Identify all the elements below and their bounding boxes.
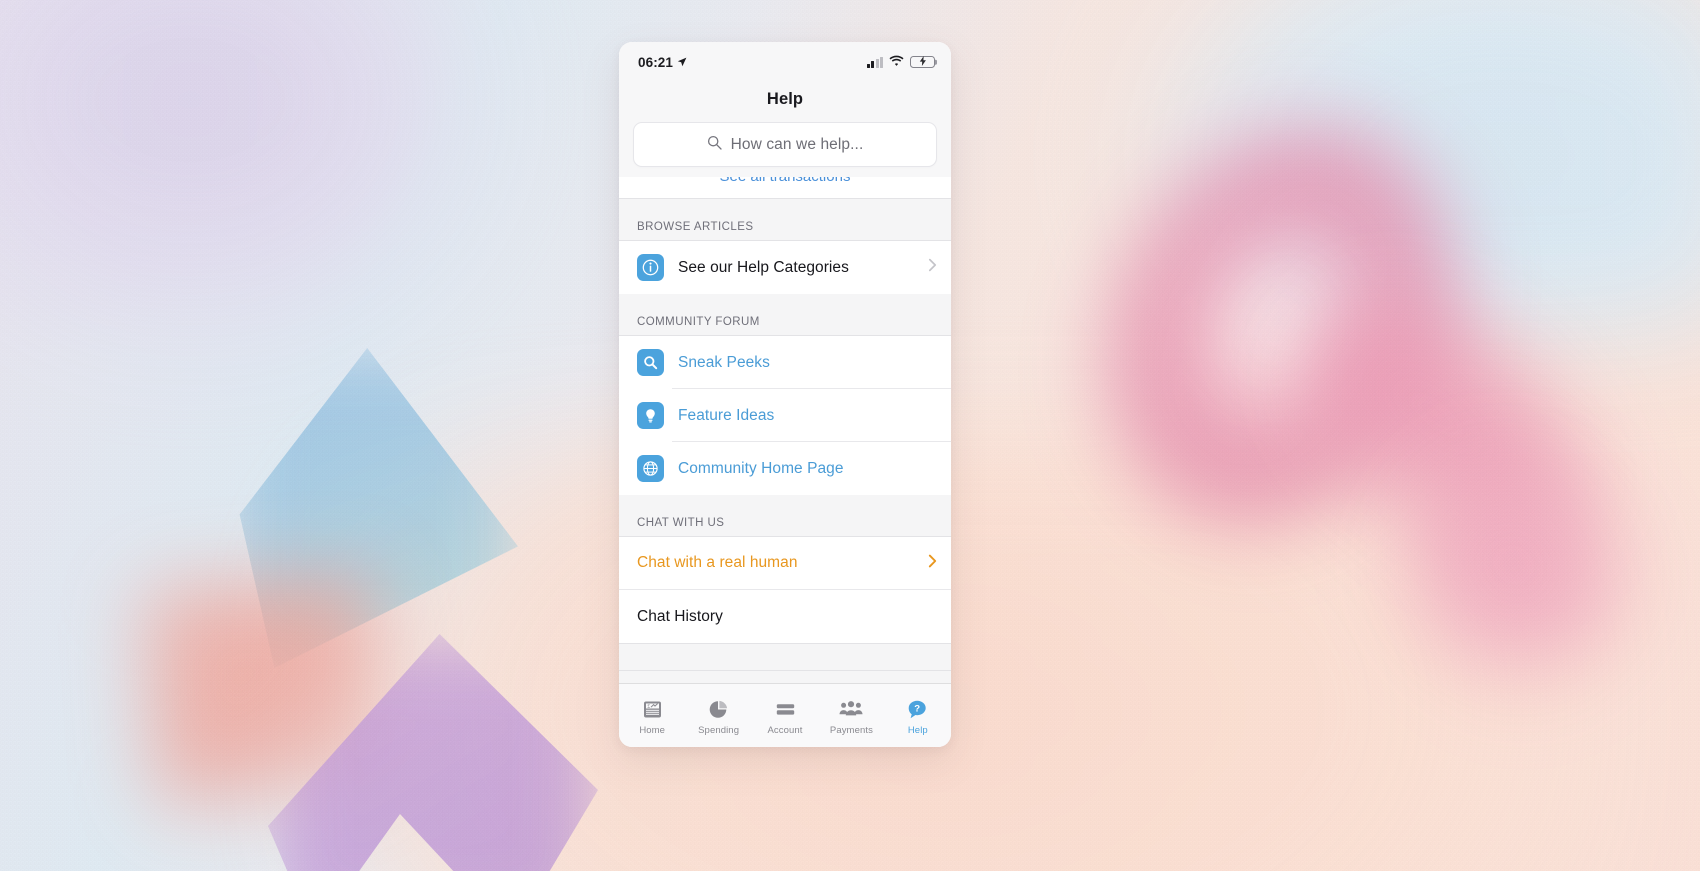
tab-spending[interactable]: Spending [685, 684, 751, 747]
home-statement-icon: £ [642, 699, 663, 721]
tab-label-home: Home [639, 724, 666, 736]
battery-charging-icon [910, 55, 935, 69]
status-bar-right [866, 53, 935, 71]
status-bar-left: 06:21 [638, 55, 687, 70]
pie-chart-icon [708, 699, 729, 721]
page-title: Help [766, 90, 804, 108]
section-header-browse-articles: BROWSE ARTICLES [619, 199, 951, 241]
globe-icon [637, 455, 664, 482]
svg-text:?: ? [915, 704, 921, 715]
search-input[interactable]: How can we help... [633, 122, 937, 167]
row-community-home-page[interactable]: Community Home Page [619, 442, 951, 495]
tab-help[interactable]: ? Help [885, 684, 951, 747]
svg-text:£: £ [647, 704, 650, 710]
row-label-feature-ideas: Feature Ideas [678, 406, 775, 424]
magnifier-icon [637, 349, 664, 376]
status-bar: 06:21 [619, 42, 951, 82]
chevron-right-icon [928, 554, 937, 573]
row-label-sneak-peeks: Sneak Peeks [678, 353, 770, 371]
background-blob-lavender [0, 0, 500, 360]
tab-label-payments: Payments [829, 724, 873, 736]
phone-screen: 06:21 Help How can we help... BROWSE ART… [619, 42, 951, 747]
row-sneak-peeks[interactable]: Sneak Peeks [619, 336, 951, 389]
cellular-signal-icon [866, 56, 883, 68]
row-see-our-help-categories[interactable]: See our Help Categories [619, 241, 951, 294]
see-all-transactions-link-row[interactable]: See all transactions [619, 177, 951, 199]
see-all-transactions-label: See all transactions [720, 177, 851, 185]
people-group-icon [839, 699, 863, 721]
search-icon [707, 135, 722, 155]
row-label-community-home-page: Community Home Page [678, 459, 844, 477]
tab-label-spending: Spending [698, 724, 740, 736]
row-label-see-our-help-categories: See our Help Categories [678, 258, 849, 276]
question-bubble-icon: ? [907, 699, 928, 721]
list-bottom-spacer [619, 643, 951, 671]
row-chat-with-a-real-human[interactable]: Chat with a real human [619, 537, 951, 590]
info-circle-icon [637, 254, 664, 281]
section-header-chat-with-us: CHAT WITH US [619, 495, 951, 537]
row-chat-history[interactable]: Chat History [619, 590, 951, 643]
row-label-chat-with-a-real-human: Chat with a real human [637, 554, 798, 571]
bottom-tab-bar: £ Home Spending Account Payments ? Help [619, 683, 951, 747]
section-header-community-forum: COMMUNITY FORUM [619, 294, 951, 336]
status-bar-time: 06:21 [638, 54, 674, 70]
row-label-chat-history: Chat History [637, 607, 723, 625]
nav-bar: Help [619, 82, 951, 122]
lightbulb-icon [637, 402, 664, 429]
search-container: How can we help... [619, 122, 951, 177]
tab-label-account: Account [767, 724, 803, 736]
search-placeholder-text: How can we help... [730, 135, 864, 153]
location-arrow-icon [677, 55, 687, 70]
wifi-icon [889, 53, 904, 71]
tab-label-help: Help [907, 724, 928, 736]
row-feature-ideas[interactable]: Feature Ideas [619, 389, 951, 442]
chevron-right-icon [928, 258, 937, 277]
tab-home[interactable]: £ Home [619, 684, 685, 747]
tab-payments[interactable]: Payments [818, 684, 884, 747]
help-list-scroll-area[interactable]: See all transactions BROWSE ARTICLES See… [619, 177, 951, 683]
card-icon [775, 699, 796, 721]
tab-account[interactable]: Account [752, 684, 818, 747]
